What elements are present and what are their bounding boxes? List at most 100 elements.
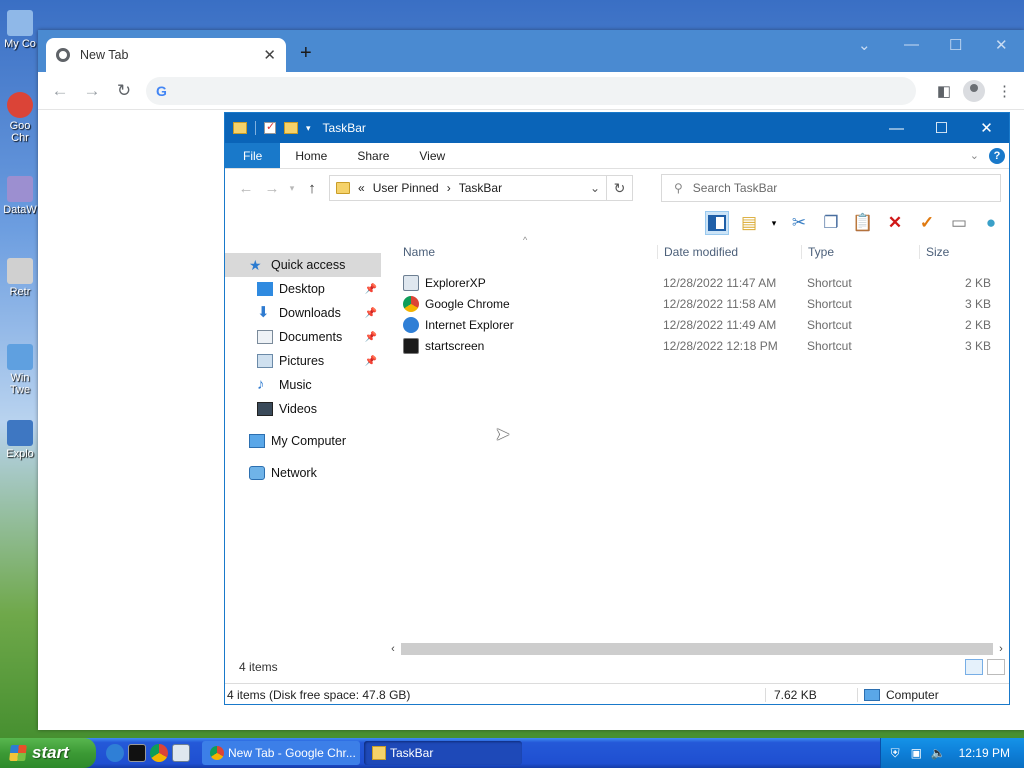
- column-date-modified[interactable]: Date modified: [657, 245, 801, 259]
- nav-desktop[interactable]: Desktop 📌: [225, 277, 385, 301]
- internet-explorer-icon[interactable]: [106, 744, 124, 762]
- pin-icon[interactable]: 📌: [365, 308, 377, 319]
- explorer-title-bar[interactable]: ▾ TaskBar — ☐ ✕: [225, 113, 1009, 143]
- details-view-icon[interactable]: [965, 659, 983, 675]
- close-window-button[interactable]: ✕: [995, 36, 1008, 54]
- large-icons-view-icon[interactable]: [987, 659, 1005, 675]
- nav-videos[interactable]: Videos: [225, 397, 385, 421]
- security-shield-icon[interactable]: ⛨: [891, 746, 905, 760]
- help-icon[interactable]: ?: [989, 147, 1005, 164]
- cut-icon[interactable]: ✂: [787, 211, 811, 235]
- volume-icon[interactable]: 🔈: [931, 746, 946, 760]
- properties-icon[interactable]: [264, 120, 276, 134]
- column-headers: ^ Name Date modified Type Size: [395, 235, 1009, 265]
- chrome-tab[interactable]: New Tab ✕: [46, 38, 286, 72]
- nav-network[interactable]: Network: [225, 461, 385, 485]
- rename-icon[interactable]: ▭: [947, 211, 971, 235]
- scroll-left-icon[interactable]: ‹: [385, 643, 401, 655]
- explorerxp-icon[interactable]: [172, 744, 190, 762]
- refresh-button[interactable]: ↻: [607, 175, 633, 201]
- back-button[interactable]: ←: [233, 180, 259, 197]
- minimize-button[interactable]: —: [904, 36, 919, 53]
- column-type[interactable]: Type: [801, 245, 919, 259]
- omnibox[interactable]: G: [146, 76, 916, 105]
- new-folder-icon[interactable]: [284, 122, 298, 134]
- startscreen-icon[interactable]: [128, 744, 146, 762]
- breadcrumb-overflow[interactable]: «: [358, 181, 365, 195]
- delete-icon[interactable]: ✕: [883, 211, 907, 235]
- close-button[interactable]: ✕: [964, 119, 1009, 137]
- address-bar[interactable]: « User Pinned › TaskBar ⌄: [329, 175, 607, 201]
- back-button[interactable]: ←: [44, 81, 76, 101]
- horizontal-scrollbar[interactable]: ‹ ›: [385, 641, 1009, 657]
- minimize-button[interactable]: —: [874, 120, 919, 137]
- breadcrumb-taskbar[interactable]: TaskBar: [459, 181, 502, 195]
- maximize-button[interactable]: ☐: [949, 36, 962, 54]
- layout-icon[interactable]: ▤: [737, 211, 761, 235]
- tab-file[interactable]: File: [225, 143, 281, 168]
- pin-icon[interactable]: 📌: [365, 332, 377, 343]
- up-button[interactable]: ↑: [299, 180, 325, 197]
- forward-button[interactable]: →: [76, 81, 108, 101]
- nav-music[interactable]: ♪ Music: [225, 373, 385, 397]
- tab-home[interactable]: Home: [280, 143, 342, 168]
- breadcrumb-separator[interactable]: ›: [447, 181, 451, 195]
- tab-view[interactable]: View: [404, 143, 460, 168]
- start-button[interactable]: start: [0, 738, 96, 768]
- scroll-right-icon[interactable]: ›: [993, 643, 1009, 655]
- quick-access-dropdown-icon[interactable]: ▾: [306, 123, 311, 134]
- file-list: ^ Name Date modified Type Size ExplorerX…: [395, 235, 1009, 356]
- clock[interactable]: 12:19 PM: [959, 746, 1010, 760]
- profile-icon[interactable]: [963, 79, 985, 102]
- nav-pictures[interactable]: Pictures 📌: [225, 349, 385, 373]
- taskbar-button-taskbar-folder[interactable]: TaskBar: [364, 741, 522, 765]
- mouse-cursor-icon: ➤: [495, 424, 511, 444]
- desktop-icon-explorer[interactable]: Explo: [0, 420, 40, 460]
- layout-dropdown-icon[interactable]: ▾: [769, 211, 779, 235]
- scrollbar-thumb[interactable]: [401, 643, 993, 655]
- tab-search-icon[interactable]: ⌄: [858, 36, 871, 54]
- file-row[interactable]: Google Chrome 12/28/2022 11:58 AM Shortc…: [395, 293, 1009, 314]
- close-tab-icon[interactable]: ✕: [263, 46, 276, 64]
- recent-locations-icon[interactable]: ▾: [285, 183, 299, 194]
- network-icon[interactable]: ▣: [911, 746, 925, 760]
- pin-icon[interactable]: 📌: [365, 284, 377, 295]
- nav-downloads[interactable]: ⬇ Downloads 📌: [225, 301, 385, 325]
- column-name[interactable]: Name: [395, 245, 657, 259]
- search-input[interactable]: ⚲ Search TaskBar: [661, 174, 1001, 202]
- taskbar-button-chrome[interactable]: New Tab - Google Chr...: [202, 741, 360, 765]
- file-row[interactable]: startscreen 12/28/2022 12:18 PM Shortcut…: [395, 335, 1009, 356]
- desktop-icon-google-chrome[interactable]: Goo Chr: [0, 92, 40, 144]
- file-row[interactable]: ExplorerXP 12/28/2022 11:47 AM Shortcut …: [395, 272, 1009, 293]
- column-size[interactable]: Size: [919, 245, 1007, 259]
- paste-icon[interactable]: 📋: [851, 211, 875, 235]
- chrome-icon[interactable]: [150, 744, 168, 762]
- new-tab-button[interactable]: +: [300, 42, 312, 65]
- nav-my-computer[interactable]: My Computer: [225, 429, 385, 453]
- navigation-pane-toggle[interactable]: [705, 211, 729, 235]
- expand-ribbon-icon[interactable]: ⌄: [970, 149, 979, 162]
- pin-icon[interactable]: 📌: [365, 356, 377, 367]
- menu-icon[interactable]: ⋮: [997, 82, 1012, 100]
- nav-documents[interactable]: Documents 📌: [225, 325, 385, 349]
- properties-check-icon[interactable]: ✓: [915, 211, 939, 235]
- forward-button[interactable]: →: [259, 180, 285, 197]
- globe-icon[interactable]: ●: [979, 211, 1003, 235]
- desktop-icon-my-computer[interactable]: My Co: [0, 10, 40, 50]
- breadcrumb-user-pinned[interactable]: User Pinned: [373, 181, 439, 195]
- nav-quick-access[interactable]: ★ Quick access: [225, 253, 381, 277]
- maximize-button[interactable]: ☐: [919, 119, 964, 137]
- side-panel-icon[interactable]: ◧: [937, 82, 951, 100]
- tab-share[interactable]: Share: [342, 143, 404, 168]
- copy-icon[interactable]: ❐: [819, 211, 843, 235]
- desktop-icon-win-tweaker[interactable]: Win Twe: [0, 344, 40, 396]
- chrome-favicon-icon: [56, 48, 70, 62]
- reload-button[interactable]: ↻: [108, 81, 140, 101]
- desktop-icon-dataw[interactable]: DataW: [0, 176, 40, 216]
- address-dropdown-icon[interactable]: ⌄: [590, 181, 600, 195]
- view-buttons: [965, 659, 1009, 675]
- file-rows: ExplorerXP 12/28/2022 11:47 AM Shortcut …: [395, 265, 1009, 356]
- desktop-icon-retro[interactable]: Retr: [0, 258, 40, 298]
- file-row[interactable]: Internet Explorer 12/28/2022 11:49 AM Sh…: [395, 314, 1009, 335]
- file-name: startscreen: [425, 338, 485, 353]
